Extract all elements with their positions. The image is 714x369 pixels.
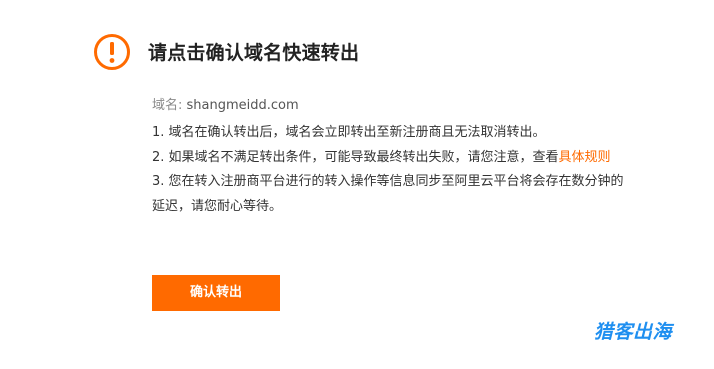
note-3-continued: 延迟，请您耐心等待。 [152, 198, 283, 214]
page-title: 请点击确认域名快速转出 [148, 42, 360, 64]
transfer-notes: 1. 域名在确认转出后，域名会立即转出至新注册商且无法取消转出。 2. 如果域名… [152, 121, 672, 219]
note-2: 2. 如果域名不满足转出条件，可能导致最终转出失败，请您注意，查看具体规则 [152, 146, 672, 171]
note-2-text: 2. 如果域名不满足转出条件，可能导致最终转出失败，请您注意，查看 [152, 149, 559, 165]
watermark-logo: 猎客出海 [594, 321, 673, 343]
note-1: 1. 域名在确认转出后，域名会立即转出至新注册商且无法取消转出。 [152, 125, 546, 140]
rules-link[interactable]: 具体规则 [559, 150, 611, 165]
domain-value: shangmeidd.com [186, 98, 299, 113]
domain-label: 域名: [152, 98, 183, 113]
warning-icon [94, 34, 130, 70]
confirm-transfer-button[interactable]: 确认转出 [152, 275, 280, 311]
transfer-confirm-page: 请点击确认域名快速转出 域名: shangmeidd.com 1. 域名在确认转… [0, 0, 714, 369]
note-3: 3. 您在转入注册商平台进行的转入操作等信息同步至阿里云平台将会存在数分钟的 [152, 174, 624, 189]
domain-row: 域名: shangmeidd.com [152, 94, 299, 113]
